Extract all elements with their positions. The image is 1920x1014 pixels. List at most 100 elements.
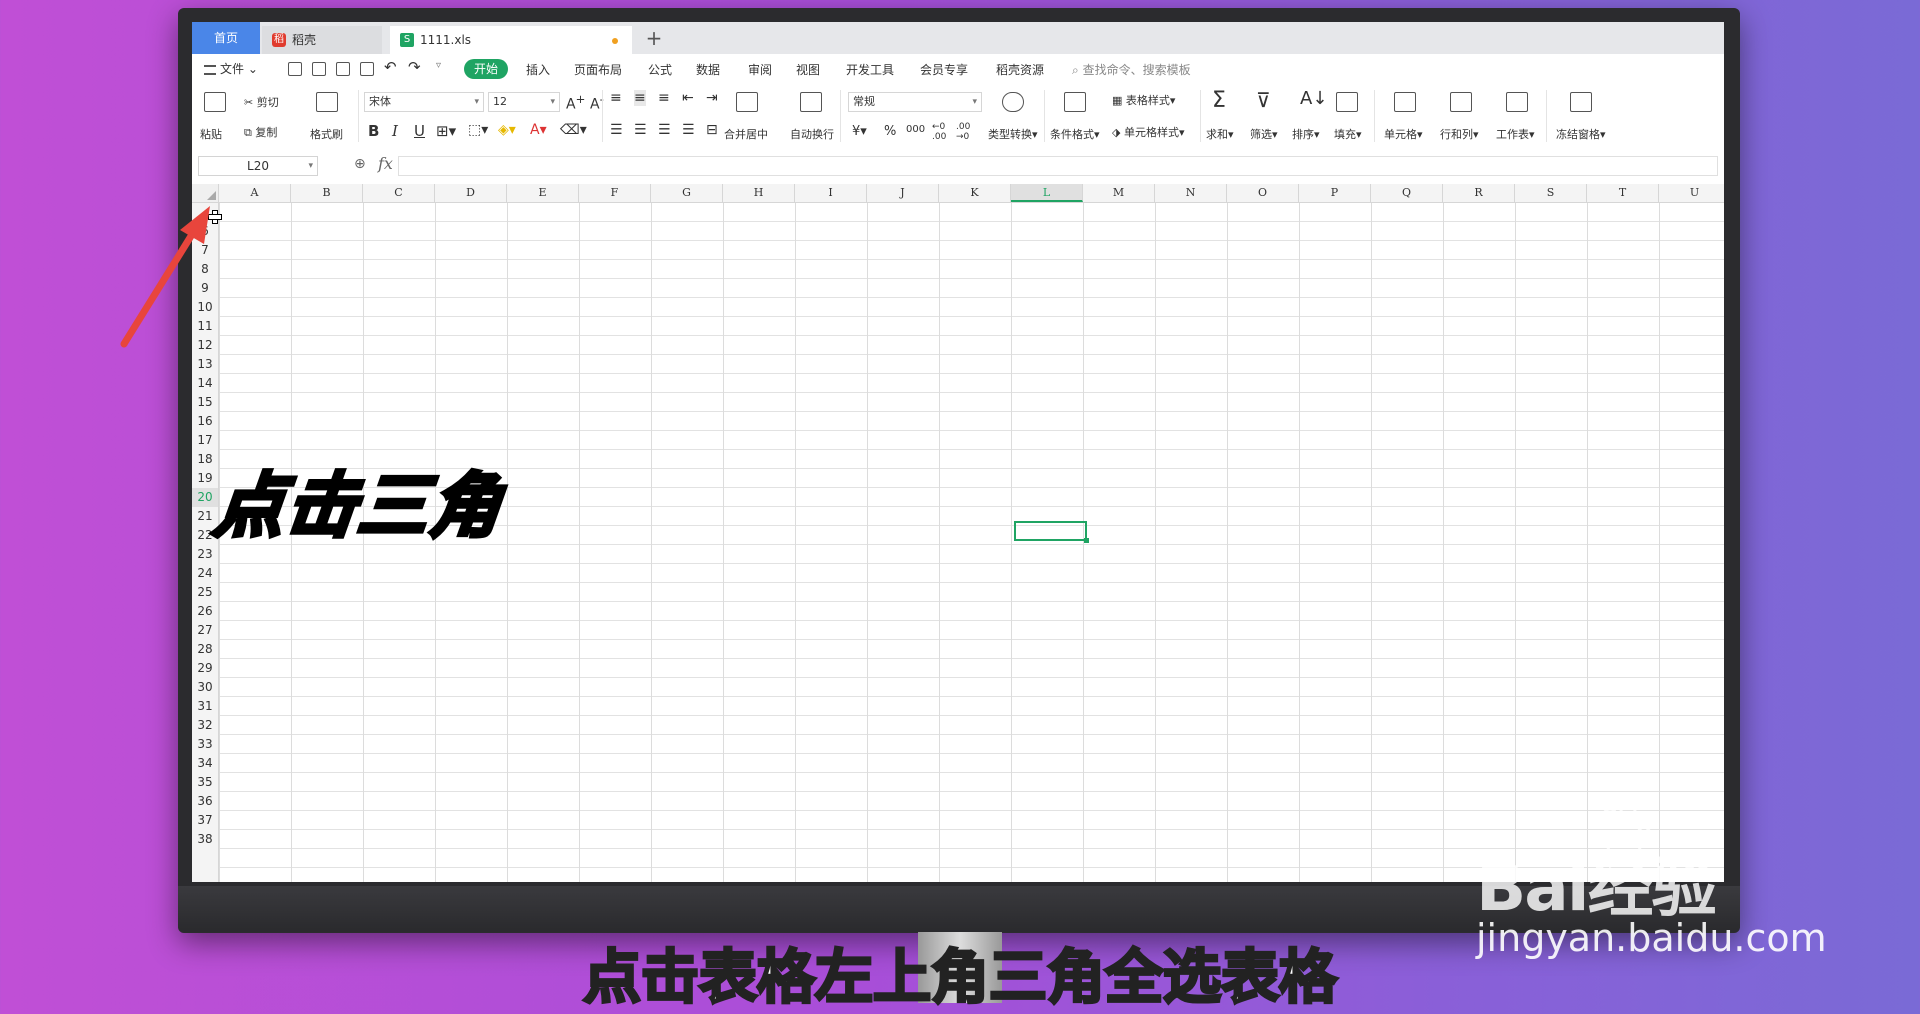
- row-header-14[interactable]: 14: [192, 374, 218, 393]
- worksheet-icon[interactable]: [1506, 92, 1528, 112]
- table-style-button[interactable]: ▦ 表格样式▾: [1112, 92, 1175, 108]
- filter-icon[interactable]: ⊽: [1256, 88, 1271, 112]
- percent-button[interactable]: %: [884, 124, 896, 139]
- menu-developer[interactable]: 开发工具: [846, 61, 894, 78]
- row-header-15[interactable]: 15: [192, 393, 218, 412]
- row-header-27[interactable]: 27: [192, 621, 218, 640]
- redo-icon[interactable]: ↷: [408, 58, 421, 76]
- align-bottom-icon[interactable]: ≡: [658, 90, 670, 106]
- italic-button[interactable]: I: [392, 122, 398, 140]
- column-header-B[interactable]: B: [291, 184, 363, 202]
- row-header-33[interactable]: 33: [192, 735, 218, 754]
- column-header-I[interactable]: I: [795, 184, 867, 202]
- worksheet-button[interactable]: 工作表▾: [1496, 126, 1535, 142]
- tab-daoke[interactable]: 稻 稻壳: [262, 26, 382, 54]
- row-col-button[interactable]: 行和列▾: [1440, 126, 1479, 142]
- fill-color-icon[interactable]: ◈▾: [498, 122, 516, 138]
- fill-button[interactable]: 填充▾: [1334, 126, 1362, 142]
- menu-member[interactable]: 会员专享: [920, 61, 968, 78]
- decrease-decimal-icon[interactable]: .00 →0: [956, 122, 970, 142]
- row-header-28[interactable]: 28: [192, 640, 218, 659]
- row-header-24[interactable]: 24: [192, 564, 218, 583]
- font-size-select[interactable]: 12 ▾: [488, 92, 560, 112]
- row-header-31[interactable]: 31: [192, 697, 218, 716]
- column-header-F[interactable]: F: [579, 184, 651, 202]
- column-header-N[interactable]: N: [1155, 184, 1227, 202]
- menu-page-layout[interactable]: 页面布局: [574, 61, 622, 78]
- underline-button[interactable]: U: [414, 122, 425, 140]
- clear-format-icon[interactable]: ⌫▾: [560, 122, 587, 138]
- fill-icon[interactable]: [1336, 92, 1358, 112]
- column-header-D[interactable]: D: [435, 184, 507, 202]
- menu-formula[interactable]: 公式: [648, 61, 672, 78]
- sum-icon[interactable]: Σ: [1212, 88, 1226, 113]
- type-convert-button[interactable]: 类型转换▾: [988, 126, 1038, 142]
- filter-button[interactable]: 筛选▾: [1250, 126, 1278, 142]
- undo-icon[interactable]: ↶: [384, 58, 397, 76]
- sum-button[interactable]: 求和▾: [1206, 126, 1234, 142]
- menu-insert[interactable]: 插入: [526, 61, 550, 78]
- cut-button[interactable]: ✂ 剪切: [244, 94, 279, 110]
- print-icon[interactable]: [336, 62, 350, 76]
- row-header-16[interactable]: 16: [192, 412, 218, 431]
- cell-style-icon[interactable]: ⬚▾: [468, 122, 488, 138]
- menu-review[interactable]: 审阅: [748, 61, 772, 78]
- sort-button[interactable]: 排序▾: [1292, 126, 1320, 142]
- menu-daoke-resources[interactable]: 稻壳资源: [996, 61, 1044, 78]
- selected-cell-L20[interactable]: [1014, 521, 1089, 543]
- command-search[interactable]: ⌕ 查找命令、搜索模板: [1072, 61, 1191, 78]
- zoom-search-icon[interactable]: ⊕: [354, 156, 366, 172]
- menu-data[interactable]: 数据: [696, 61, 720, 78]
- cell-button[interactable]: 单元格▾: [1384, 126, 1423, 142]
- row-header-30[interactable]: 30: [192, 678, 218, 697]
- sort-icon[interactable]: A↓: [1300, 88, 1327, 109]
- freeze-panes-button[interactable]: 冻结窗格▾: [1556, 126, 1606, 142]
- align-middle-icon[interactable]: ≡: [634, 90, 646, 106]
- merge-center-icon[interactable]: [736, 92, 758, 112]
- column-header-U[interactable]: U: [1659, 184, 1724, 202]
- column-header-H[interactable]: H: [723, 184, 795, 202]
- row-header-25[interactable]: 25: [192, 583, 218, 602]
- align-right-icon[interactable]: ☰: [658, 122, 671, 138]
- copy-button[interactable]: ⧉ 复制: [244, 124, 277, 140]
- font-color-icon[interactable]: A▾: [530, 122, 547, 138]
- number-format-select[interactable]: 常规 ▾: [848, 92, 982, 112]
- menu-view[interactable]: 视图: [796, 61, 820, 78]
- column-header-L[interactable]: L: [1011, 184, 1083, 202]
- row-header-29[interactable]: 29: [192, 659, 218, 678]
- format-painter-label[interactable]: 格式刷: [310, 126, 343, 142]
- row-header-37[interactable]: 37: [192, 811, 218, 830]
- align-top-icon[interactable]: ≡: [610, 90, 622, 106]
- row-col-icon[interactable]: [1450, 92, 1472, 112]
- menu-file[interactable]: 文件 ⌄: [204, 60, 258, 77]
- merge-center-label[interactable]: 合并居中: [724, 126, 768, 142]
- borders-icon[interactable]: ⊞▾: [436, 122, 456, 140]
- type-convert-icon[interactable]: [1002, 92, 1024, 112]
- column-header-S[interactable]: S: [1515, 184, 1587, 202]
- column-header-A[interactable]: A: [219, 184, 291, 202]
- column-header-O[interactable]: O: [1227, 184, 1299, 202]
- distribute-icon[interactable]: ⊟: [706, 122, 718, 138]
- wrap-text-icon[interactable]: [800, 92, 822, 112]
- column-header-K[interactable]: K: [939, 184, 1011, 202]
- cell-style-button[interactable]: ⬗ 单元格样式▾: [1112, 124, 1185, 140]
- row-header-35[interactable]: 35: [192, 773, 218, 792]
- cell-icon[interactable]: [1394, 92, 1416, 112]
- bold-button[interactable]: B: [368, 122, 379, 140]
- column-header-R[interactable]: R: [1443, 184, 1515, 202]
- row-header-32[interactable]: 32: [192, 716, 218, 735]
- paste-icon[interactable]: [204, 92, 226, 112]
- save-icon[interactable]: [288, 62, 302, 76]
- export-pdf-icon[interactable]: [312, 62, 326, 76]
- format-painter-icon[interactable]: [316, 92, 338, 112]
- row-header-18[interactable]: 18: [192, 450, 218, 469]
- column-header-C[interactable]: C: [363, 184, 435, 202]
- select-all-triangle-icon[interactable]: [207, 191, 216, 200]
- formula-input[interactable]: [398, 156, 1718, 176]
- column-header-P[interactable]: P: [1299, 184, 1371, 202]
- justify-icon[interactable]: ☰: [682, 122, 695, 138]
- row-header-19[interactable]: 19: [192, 469, 218, 488]
- tab-home[interactable]: 首页: [192, 22, 260, 54]
- new-tab-button[interactable]: +: [642, 24, 666, 52]
- font-name-select[interactable]: 宋体 ▾: [364, 92, 484, 112]
